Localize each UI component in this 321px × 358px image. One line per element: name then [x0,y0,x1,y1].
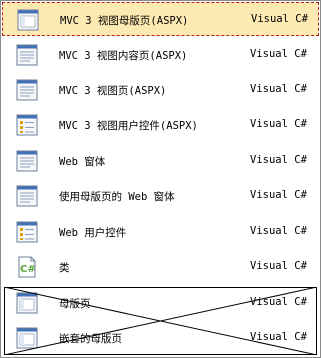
svg-text:C#: C# [20,264,36,275]
content-page-icon [14,44,40,66]
template-list[interactable]: MVC 3 视图母版页(ASPX) Visual C# MVC 3 视图内容页(AS… [0,0,321,358]
web-user-control-icon [14,221,40,243]
template-name: 嵌套的母版页 [59,333,122,345]
user-control-icon [14,114,40,136]
template-language: Visual C# [250,296,307,308]
template-name: 类 [59,262,70,274]
template-language: Visual C# [250,48,307,60]
list-item[interactable]: 母版页 Visual C# [2,286,319,320]
template-language: Visual C# [250,83,307,95]
template-name: Web 用户控件 [59,227,127,239]
list-item[interactable]: MVC 3 视图用户控件(ASPX) Visual C# [2,108,319,142]
view-page-icon [14,79,40,101]
web-form-icon [14,150,40,172]
list-item[interactable]: 使用母版页的 Web 窗体 Visual C# [2,179,319,213]
list-item[interactable]: MVC 3 视图内容页(ASPX) Visual C# [2,38,319,72]
template-language: Visual C# [250,260,307,272]
master-page-icon [14,292,40,314]
list-item[interactable]: C# 类 Visual C# [2,250,319,284]
template-language: Visual C# [250,118,307,130]
list-item[interactable]: MVC 3 视图页(ASPX) Visual C# [2,73,319,107]
template-name: MVC 3 视图用户控件(ASPX) [59,120,198,132]
template-name: MVC 3 视图母版页(ASPX) [60,15,189,27]
template-name: 使用母版页的 Web 窗体 [59,191,175,203]
template-language: Visual C# [251,13,308,25]
nested-master-page-icon [14,327,40,349]
template-language: Visual C# [250,154,307,166]
template-language: Visual C# [250,189,307,201]
template-name: MVC 3 视图页(ASPX) [59,85,167,97]
list-item[interactable]: 嵌套的母版页 Visual C# [2,321,319,355]
list-item[interactable]: MVC 3 视图母版页(ASPX) Visual C# [2,2,319,36]
template-name: Web 窗体 [59,156,106,168]
template-language: Visual C# [250,331,307,343]
template-name: MVC 3 视图内容页(ASPX) [59,50,188,62]
template-name: 母版页 [59,298,91,310]
web-form-master-icon [14,185,40,207]
csharp-class-icon: C# [14,256,40,278]
list-item[interactable]: Web 窗体 Visual C# [2,144,319,178]
list-item[interactable]: Web 用户控件 Visual C# [2,215,319,249]
master-page-icon [15,9,41,31]
template-language: Visual C# [250,225,307,237]
